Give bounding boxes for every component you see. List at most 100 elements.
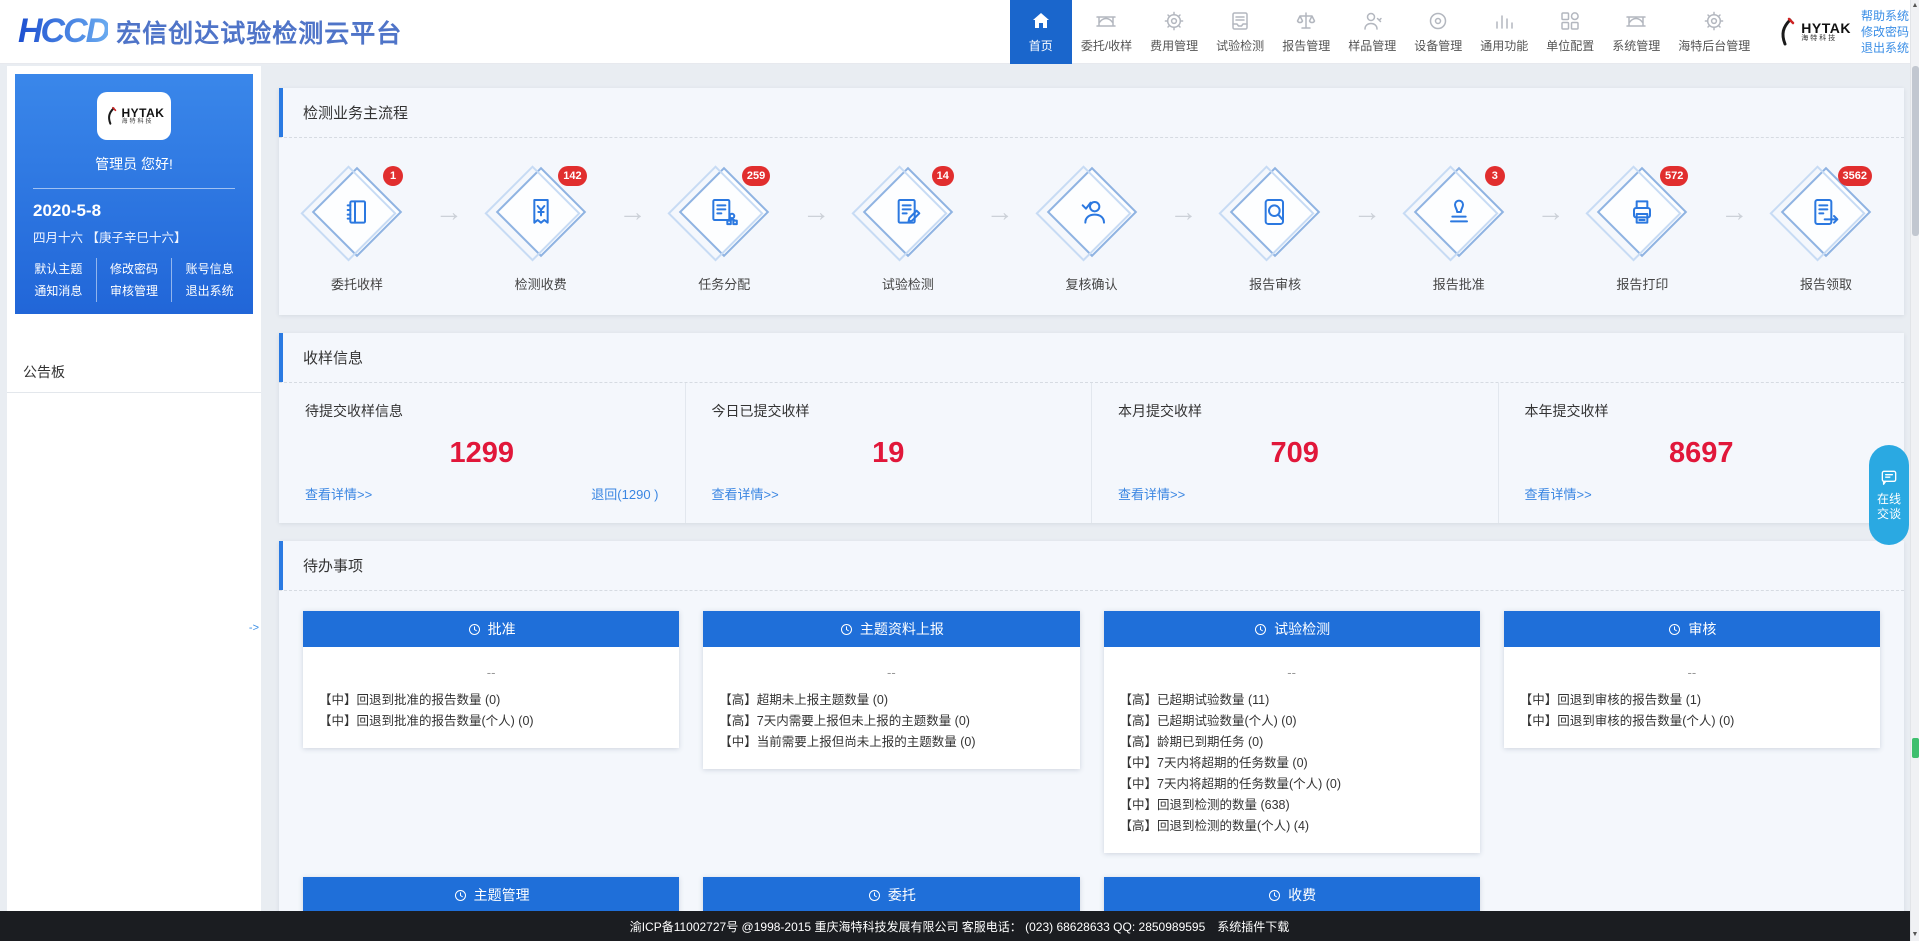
view-details-link[interactable]: 查看详情>> bbox=[1525, 484, 1592, 503]
nav-item-fees[interactable]: 费用管理 bbox=[1141, 0, 1207, 64]
scroll-down-arrow[interactable]: ▼ bbox=[1911, 929, 1919, 941]
flow-step-pickup[interactable]: 3562 报告领取 bbox=[1778, 164, 1874, 293]
change-password-link[interactable]: 修改密码 bbox=[1861, 24, 1909, 40]
plugin-download-link[interactable]: 系统插件下载 bbox=[1217, 918, 1289, 935]
flow-step-print[interactable]: 572 报告打印 bbox=[1594, 164, 1690, 293]
logout-link[interactable]: 退出系统 bbox=[1861, 40, 1909, 56]
nav-item-hytak-admin[interactable]: 海特后台管理 bbox=[1669, 0, 1759, 64]
scroll-up-arrow[interactable]: ▲ bbox=[1911, 0, 1919, 12]
person-confirm-icon bbox=[1076, 196, 1108, 228]
user-panel: HYTAK 海特科技 管理员 您好! 2020-5-8 四月十六 【庚子辛巳十六… bbox=[15, 74, 253, 314]
vertical-scrollbar[interactable]: ▲ ▼ bbox=[1910, 0, 1919, 941]
divider bbox=[33, 188, 235, 189]
todo-line: 【高】龄期已到期任务 (0) bbox=[1120, 732, 1464, 753]
returned-link[interactable]: 退回(1290 ) bbox=[591, 484, 658, 503]
arrow-icon: → bbox=[589, 164, 677, 260]
main-nav: 首页 委托/收样 费用管理 试验检测 报告管理 样品管理 设备管理 通用功能 bbox=[1010, 0, 1759, 64]
todo-line: 【中】7天内将超期的任务数量 (0) bbox=[1120, 753, 1464, 774]
nav-item-samples[interactable]: 样品管理 bbox=[1339, 0, 1405, 64]
lunar-date-text: 四月十六 【庚子辛巳十六】 bbox=[33, 227, 235, 246]
default-theme-link[interactable]: 默认主题 bbox=[21, 258, 97, 280]
nav-item-home[interactable]: 首页 bbox=[1010, 0, 1072, 64]
bar-chart-icon bbox=[1492, 9, 1516, 33]
view-details-link[interactable]: 查看详情>> bbox=[712, 484, 779, 503]
process-flow-panel: 检测业务主流程 1 委托收样 → 142 检测收费 → 259 bbox=[279, 88, 1904, 315]
flow-step-recheck[interactable]: 复核确认 bbox=[1044, 164, 1140, 293]
review-manage-link[interactable]: 审核管理 bbox=[97, 280, 173, 302]
header-quick-links: 帮助系统 修改密码 退出系统 bbox=[1861, 8, 1909, 56]
badge-count: 259 bbox=[742, 166, 770, 186]
todo-card-header[interactable]: 审核 bbox=[1504, 611, 1880, 647]
brand-logo: HCCD bbox=[18, 12, 108, 51]
notifications-link[interactable]: 通知消息 bbox=[21, 280, 97, 302]
badge-count: 1 bbox=[383, 166, 403, 186]
account-info-link[interactable]: 账号信息 bbox=[172, 258, 247, 280]
todo-line: 【高】超期未上报主题数量 (0) bbox=[719, 690, 1063, 711]
flow-step-assign[interactable]: 259 任务分配 bbox=[676, 164, 772, 293]
flow-step-charge[interactable]: 142 检测收费 bbox=[493, 164, 589, 293]
nav-item-reports[interactable]: 报告管理 bbox=[1273, 0, 1339, 64]
section-title-todo: 待办事项 bbox=[279, 541, 1904, 591]
gear-icon bbox=[1702, 9, 1726, 33]
flow-step-approve[interactable]: 3 报告批准 bbox=[1411, 164, 1507, 293]
todo-card-header[interactable]: 主题管理 bbox=[303, 877, 679, 913]
todo-card-review: 审核 -- 【中】回退到审核的报告数量 (1)【中】回退到审核的报告数量(个人)… bbox=[1504, 611, 1880, 748]
badge-count: 3562 bbox=[1838, 166, 1872, 186]
document-search-icon bbox=[1259, 196, 1291, 228]
document-tray-icon bbox=[1228, 9, 1252, 33]
bridge-icon bbox=[1624, 9, 1648, 33]
nav-item-unit-config[interactable]: 单位配置 bbox=[1537, 0, 1603, 64]
nav-item-system[interactable]: 系统管理 bbox=[1603, 0, 1669, 64]
stat-submitted-year: 本年提交收样 8697 查看详情>> bbox=[1498, 383, 1905, 523]
todo-card-header[interactable]: 试验检测 bbox=[1104, 611, 1480, 647]
change-password-link[interactable]: 修改密码 bbox=[97, 258, 173, 280]
bridge-icon bbox=[1094, 9, 1118, 33]
badge-count: 3 bbox=[1485, 166, 1505, 186]
view-details-link[interactable]: 查看详情>> bbox=[305, 484, 372, 503]
view-details-link[interactable]: 查看详情>> bbox=[1118, 484, 1185, 503]
brand: HCCD 宏信创达试验检测云平台 bbox=[18, 12, 402, 51]
help-system-link[interactable]: 帮助系统 bbox=[1861, 8, 1909, 24]
todo-line: 【高】7天内需要上报但未上报的主题数量 (0) bbox=[719, 711, 1063, 732]
scrollbar-thumb[interactable] bbox=[1912, 66, 1919, 236]
hytak-name: HYTAK bbox=[1801, 21, 1851, 35]
stat-value: 8697 bbox=[1525, 437, 1879, 470]
process-flow: 1 委托收样 → 142 检测收费 → 259 任务分配 bbox=[279, 138, 1904, 315]
todo-card-header[interactable]: 主题资料上报 bbox=[703, 611, 1079, 647]
nav-item-entrust[interactable]: 委托/收样 bbox=[1072, 0, 1141, 64]
flow-step-test[interactable]: 14 试验检测 bbox=[860, 164, 956, 293]
todo-line: 【高】已超期试验数量 (11) bbox=[1120, 690, 1464, 711]
hytak-swoosh-icon bbox=[104, 103, 118, 129]
todo-card-header[interactable]: 批准 bbox=[303, 611, 679, 647]
person-key-icon bbox=[1360, 9, 1384, 33]
todo-line: 【中】回退到检测的数量 (638) bbox=[1120, 795, 1464, 816]
online-chat-button[interactable]: 在线 交谈 bbox=[1869, 445, 1909, 545]
flow-step-receive[interactable]: 1 委托收样 bbox=[309, 164, 405, 293]
clock-icon bbox=[453, 888, 468, 903]
logout-link[interactable]: 退出系统 bbox=[172, 280, 247, 302]
sidebar-collapse-handle[interactable]: -> bbox=[249, 622, 259, 634]
date-text: 2020-5-8 bbox=[33, 201, 235, 221]
home-icon bbox=[1029, 9, 1053, 33]
top-header: HCCD 宏信创达试验检测云平台 首页 委托/收样 费用管理 试验检测 报告管理… bbox=[0, 0, 1919, 64]
todo-line: 【中】回退到批准的报告数量(个人) (0) bbox=[319, 711, 663, 732]
hytak-logo: HYTAK 海特科技 bbox=[1775, 17, 1851, 47]
page-title: 宏信创达试验检测云平台 bbox=[116, 14, 402, 50]
sidebar-links-row1: 默认主题 修改密码 账号信息 bbox=[21, 258, 247, 280]
nav-item-testing[interactable]: 试验检测 bbox=[1207, 0, 1273, 64]
notebook-icon bbox=[341, 196, 373, 228]
printer-icon bbox=[1626, 196, 1658, 228]
stat-submitted-today: 今日已提交收样 19 查看详情>> bbox=[685, 383, 1092, 523]
flow-step-review[interactable]: 报告审核 bbox=[1227, 164, 1323, 293]
notice-board-title: 公告板 bbox=[7, 322, 261, 393]
nav-item-equipment[interactable]: 设备管理 bbox=[1405, 0, 1471, 64]
target-icon bbox=[1426, 9, 1450, 33]
edit-document-icon bbox=[892, 196, 924, 228]
nav-item-common[interactable]: 通用功能 bbox=[1471, 0, 1537, 64]
footer: 渝ICP备11002727号 @1998-2015 重庆海特科技发展有限公司 客… bbox=[0, 911, 1919, 941]
stats-row: 待提交收样信息 1299 查看详情>> 退回(1290 ) 今日已提交收样 19… bbox=[279, 383, 1904, 523]
todo-card-header[interactable]: 委托 bbox=[703, 877, 1079, 913]
todo-card-header[interactable]: 收费 bbox=[1104, 877, 1480, 913]
receipt-yen-icon bbox=[525, 196, 557, 228]
clock-icon bbox=[867, 888, 882, 903]
